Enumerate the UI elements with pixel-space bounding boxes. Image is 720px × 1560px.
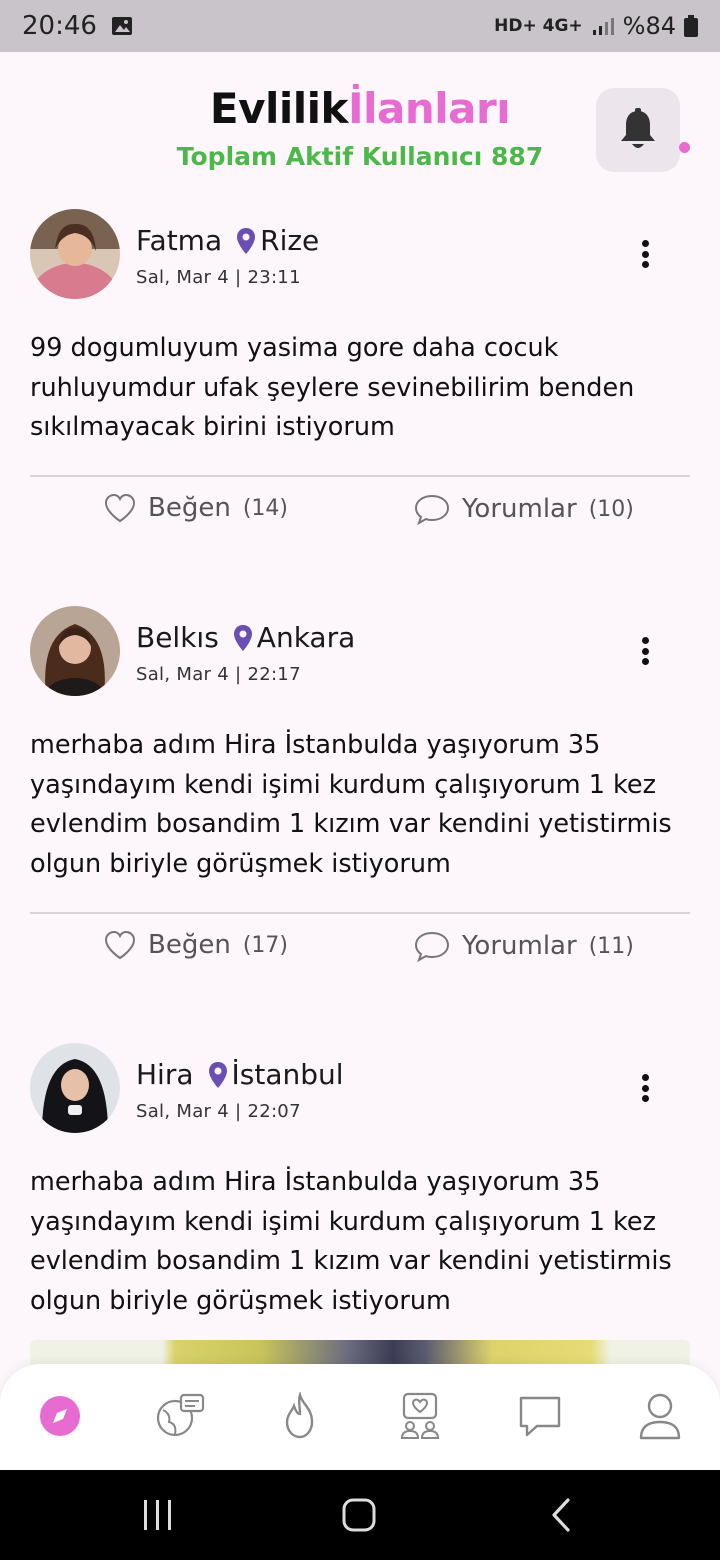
back-icon[interactable] [546, 1496, 576, 1534]
divider [30, 475, 690, 477]
bell-icon [621, 108, 655, 148]
nav-popular[interactable] [274, 1390, 326, 1442]
comments-label: Yorumlar [462, 931, 577, 961]
user-name[interactable]: Belkıs [136, 621, 219, 654]
user-city: Ankara [256, 621, 356, 654]
compass-icon [40, 1396, 80, 1436]
matches-icon [400, 1392, 440, 1439]
home-icon[interactable] [340, 1496, 378, 1534]
heart-icon [104, 493, 136, 523]
clock: 20:46 [22, 11, 97, 41]
signal-icon [591, 16, 615, 36]
avatar[interactable] [30, 209, 120, 299]
user-name[interactable]: Hira [136, 1058, 194, 1091]
post-date: Sal, Mar 4 | 23:11 [136, 267, 301, 288]
more-options-button[interactable] [630, 1068, 660, 1108]
like-button[interactable]: Beğen (17) [104, 930, 288, 960]
comments-button[interactable]: Yorumlar (10) [414, 493, 634, 525]
comments-button[interactable]: Yorumlar (11) [414, 930, 634, 962]
bottom-navigation [0, 1364, 720, 1470]
user-city: Rize [260, 224, 320, 257]
divider [30, 912, 690, 914]
system-navigation-bar [0, 1470, 720, 1560]
more-options-button[interactable] [630, 234, 660, 274]
like-label: Beğen [148, 493, 231, 523]
nav-world-chat[interactable] [154, 1390, 206, 1442]
location-pin-icon [233, 624, 253, 652]
post-date: Sal, Mar 4 | 22:07 [136, 1101, 301, 1122]
comments-count: (10) [588, 496, 634, 522]
notifications-button[interactable] [596, 88, 680, 172]
comments-count: (11) [588, 933, 634, 959]
battery-icon [684, 15, 698, 37]
battery-percent: %84 [622, 12, 676, 40]
app-header: Evlilikİlanları Toplam Aktif Kullanıcı 8… [0, 52, 720, 192]
user-city: İstanbul [231, 1058, 344, 1091]
user-info: Belkıs Ankara [136, 621, 355, 654]
status-bar: 20:46 HD+ 4G+ %84 [0, 0, 720, 52]
nav-messages[interactable] [514, 1390, 566, 1442]
network-indicator: HD+ 4G+ [494, 16, 583, 36]
post-text: 99 dogumluyum yasima gore daha cocuk ruh… [30, 333, 635, 442]
more-options-button[interactable] [630, 631, 660, 671]
location-pin-icon [236, 227, 256, 255]
location-pin-icon [208, 1061, 228, 1089]
like-count: (14) [242, 495, 288, 521]
comment-icon [414, 931, 450, 962]
flame-icon [285, 1392, 314, 1439]
avatar[interactable] [30, 606, 120, 696]
like-count: (17) [242, 932, 288, 958]
user-name[interactable]: Fatma [136, 224, 222, 257]
comments-label: Yorumlar [462, 494, 577, 524]
user-info: Fatma Rize [136, 224, 319, 257]
nav-profile[interactable] [634, 1390, 686, 1442]
chat-icon [519, 1396, 561, 1437]
notification-dot [679, 142, 690, 153]
like-label: Beğen [148, 930, 231, 960]
heart-icon [104, 930, 136, 960]
avatar[interactable] [30, 1043, 120, 1133]
recent-apps-icon[interactable] [140, 1498, 176, 1532]
globe-chat-icon [156, 1393, 205, 1437]
profile-icon [639, 1393, 681, 1440]
gallery-icon [111, 16, 133, 36]
post-date: Sal, Mar 4 | 22:17 [136, 664, 301, 685]
like-button[interactable]: Beğen (14) [104, 493, 288, 523]
user-info: Hira İstanbul [136, 1058, 344, 1091]
comment-icon [414, 494, 450, 525]
nav-matches[interactable] [394, 1390, 446, 1442]
post-text: merhaba adım Hira İstanbulda yaşıyorum 3… [30, 730, 672, 879]
post-text: merhaba adım Hira İstanbulda yaşıyorum 3… [30, 1167, 672, 1316]
nav-discover[interactable] [34, 1390, 86, 1442]
